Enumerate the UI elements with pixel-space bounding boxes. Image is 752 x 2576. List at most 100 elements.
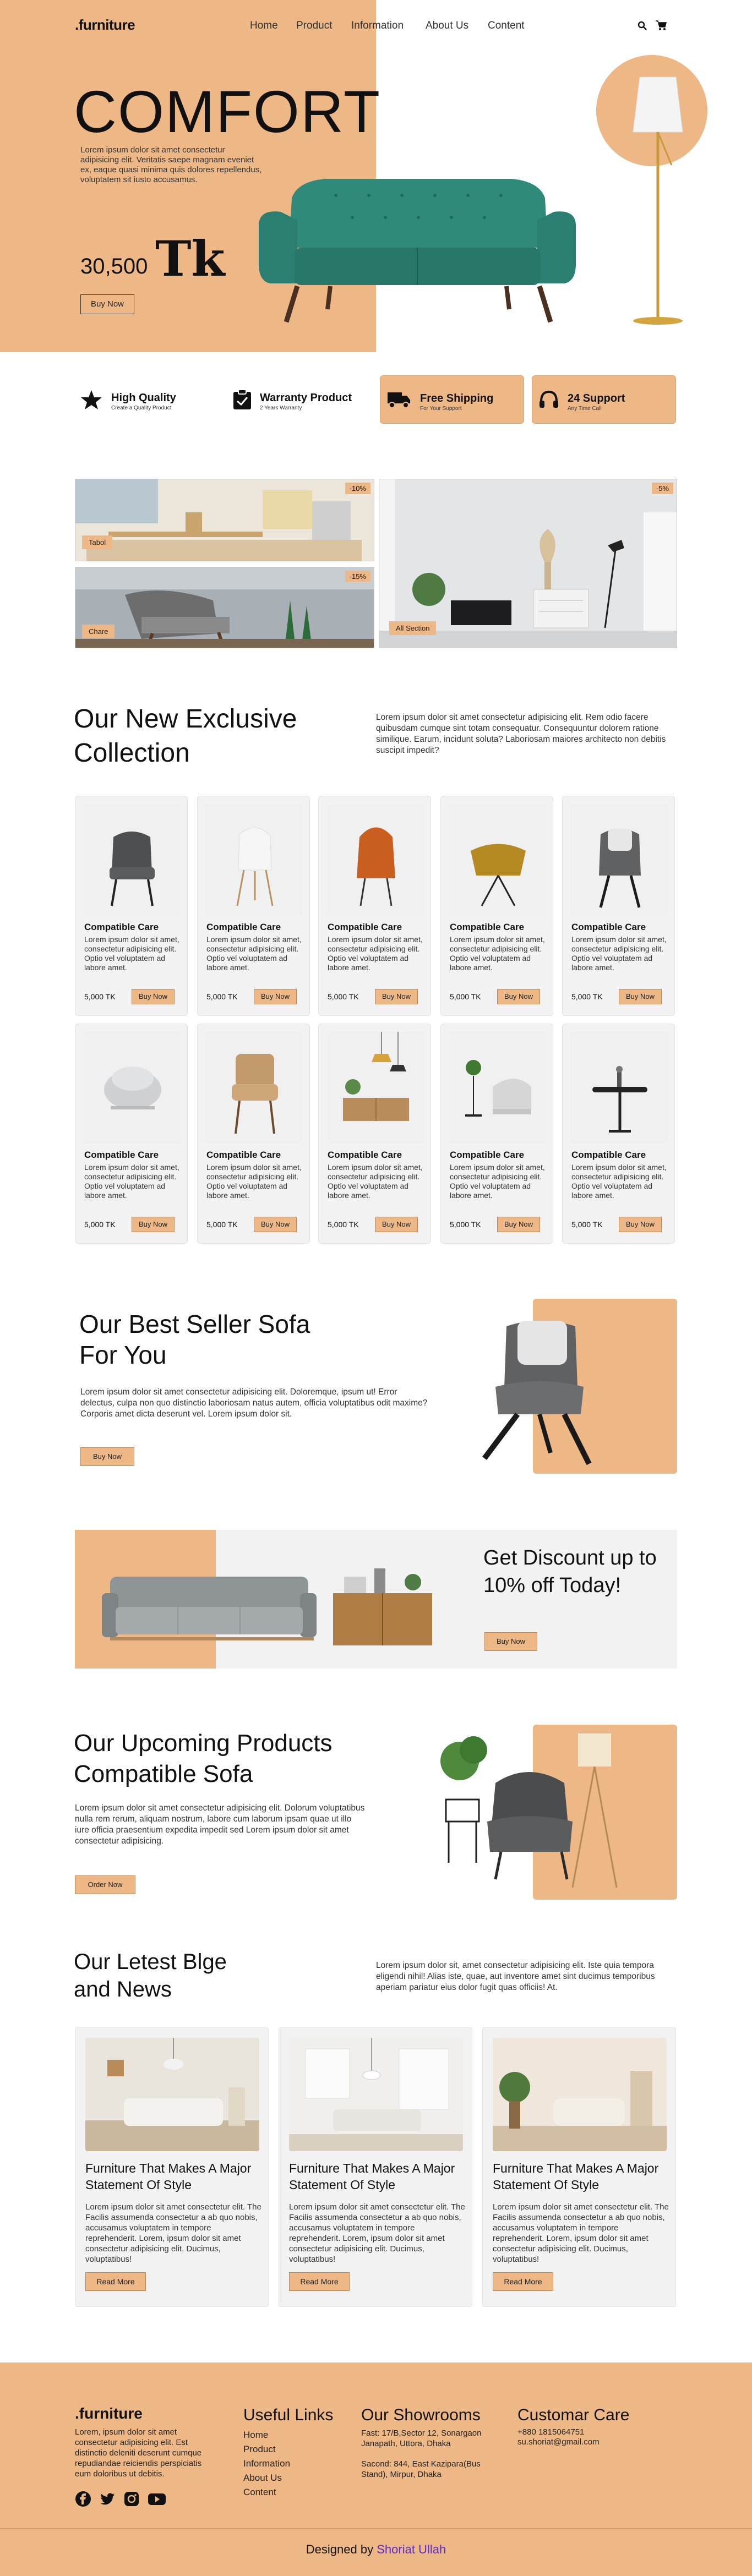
- product-description: Lorem ipsum dolor sit amet, consectetur …: [328, 1163, 423, 1200]
- nav-product[interactable]: Product: [296, 20, 332, 32]
- product-card[interactable]: Compatible Care Lorem ipsum dolor sit ame…: [440, 1024, 553, 1244]
- footer-link-content[interactable]: Content: [243, 2485, 276, 2500]
- cart-icon[interactable]: [655, 20, 667, 31]
- blog-card[interactable]: Furniture That Makes A Major Statement O…: [279, 2027, 472, 2307]
- brand-logo[interactable]: .furniture: [75, 17, 135, 34]
- gallery-tile-table[interactable]: Tabol -10%: [75, 479, 374, 561]
- footer-logo[interactable]: .furniture: [75, 2405, 143, 2422]
- twitter-icon[interactable]: [99, 2491, 116, 2507]
- read-more-button[interactable]: Read More: [85, 2272, 146, 2291]
- upcoming-title: Our Upcoming Products Compatible Sofa: [74, 1730, 333, 1787]
- interior-image: [289, 2038, 463, 2151]
- product-buy-button[interactable]: Buy Now: [619, 1217, 662, 1232]
- product-buy-button[interactable]: Buy Now: [132, 1217, 175, 1232]
- product-buy-button[interactable]: Buy Now: [254, 989, 297, 1004]
- product-card[interactable]: Compatible Care Lorem ipsum dolor sit ame…: [318, 1024, 431, 1244]
- footer-link-home[interactable]: Home: [243, 2428, 268, 2442]
- hero-buy-button[interactable]: Buy Now: [80, 294, 134, 314]
- product-description: Lorem ipsum dolor sit amet, consectetur …: [206, 1163, 302, 1200]
- product-image: [326, 804, 424, 915]
- credit-author-link[interactable]: Shoriat Ullah: [377, 2542, 446, 2556]
- product-buy-button[interactable]: Buy Now: [254, 1217, 297, 1232]
- blog-post-description: Lorem ipsum dolor sit amet consectetur e…: [289, 2202, 465, 2264]
- feature-subtitle: Create a Quality Product: [111, 405, 172, 411]
- gallery-tile-chair[interactable]: Chare -15%: [75, 567, 374, 648]
- gallery-label: Chare: [82, 625, 115, 638]
- headset-icon: [540, 390, 558, 408]
- product-buy-button[interactable]: Buy Now: [132, 989, 175, 1004]
- upcoming-order-button[interactable]: Order Now: [75, 1875, 135, 1894]
- product-description: Lorem ipsum dolor sit amet, consectetur …: [84, 1163, 179, 1200]
- feature-title: High Quality: [111, 392, 176, 404]
- product-card[interactable]: Compatible Care Lorem ipsum dolor sit ame…: [75, 796, 188, 1016]
- chair-image: [232, 1054, 278, 1134]
- credit-text: Designed by: [306, 2542, 374, 2556]
- chair-image: [471, 844, 526, 906]
- product-title: Compatible Care: [571, 1150, 646, 1160]
- blog-card[interactable]: Furniture That Makes A Major Statement O…: [482, 2027, 676, 2307]
- blog-post-title: Furniture That Makes A Major Statement O…: [85, 2161, 252, 2192]
- gallery-tile-all-section[interactable]: All Section -5%: [379, 479, 677, 648]
- collection-title: Our New Exclusive Collection: [74, 704, 297, 768]
- discount-title: Get Discount up to 10% off Today!: [483, 1546, 657, 1597]
- product-card[interactable]: Compatible Care Lorem ipsum dolor sit ame…: [562, 1024, 675, 1244]
- nav-content[interactable]: Content: [488, 20, 525, 32]
- product-card[interactable]: Compatible Care Lorem ipsum dolor sit ame…: [197, 796, 310, 1016]
- product-title: Compatible Care: [84, 1150, 159, 1160]
- product-description: Lorem ipsum dolor sit amet, consectetur …: [571, 1163, 667, 1200]
- care-email[interactable]: su.shoriat@gmail.com: [517, 2437, 600, 2447]
- product-buy-button[interactable]: Buy Now: [375, 989, 418, 1004]
- hero-title: COMFORT: [74, 78, 381, 145]
- interior-image: [85, 2038, 259, 2151]
- hero-currency: Tk: [155, 230, 225, 287]
- product-card[interactable]: Compatible Care Lorem ipsum dolor sit ame…: [197, 1024, 310, 1244]
- blog-image: [493, 2038, 667, 2151]
- footer-link-information[interactable]: Information: [243, 2457, 290, 2471]
- instagram-icon[interactable]: [123, 2491, 140, 2507]
- product-price: 5,000 TK: [328, 992, 359, 1001]
- care-phone[interactable]: +880 1815064751: [517, 2427, 584, 2437]
- youtube-icon[interactable]: [148, 2491, 166, 2507]
- product-card[interactable]: Compatible Care Lorem ipsum dolor sit ame…: [75, 1024, 188, 1244]
- blog-card[interactable]: Furniture That Makes A Major Statement O…: [75, 2027, 269, 2307]
- feature-title: Warranty Product: [260, 392, 352, 404]
- discount-badge: -15%: [345, 571, 370, 582]
- product-image: [83, 1032, 181, 1143]
- feature-warranty: Warranty Product 2 Years Warranty: [227, 375, 359, 424]
- search-icon[interactable]: [637, 21, 647, 31]
- upcoming-armchair-image: [440, 1733, 618, 1888]
- feature-high-quality: High Quality Create a Quality Product: [75, 375, 185, 424]
- product-description: Lorem ipsum dolor sit amet, consectetur …: [84, 935, 179, 972]
- feature-subtitle: 2 Years Warranty: [260, 405, 302, 411]
- product-title: Compatible Care: [450, 1150, 525, 1160]
- product-card[interactable]: Compatible Care Lorem ipsum dolor sit ame…: [440, 796, 553, 1016]
- product-buy-button[interactable]: Buy Now: [375, 1217, 418, 1232]
- blog-image: [85, 2038, 259, 2151]
- read-more-button[interactable]: Read More: [289, 2272, 350, 2291]
- product-card[interactable]: Compatible Care Lorem ipsum dolor sit ame…: [318, 796, 431, 1016]
- nav-about[interactable]: About Us: [426, 20, 468, 32]
- dining-room-image: [75, 479, 374, 561]
- blog-post-description: Lorem ipsum dolor sit amet consectetur e…: [493, 2202, 669, 2264]
- footer-link-about[interactable]: About Us: [243, 2471, 282, 2485]
- footer-links-title: Useful Links: [243, 2406, 334, 2424]
- nav-home[interactable]: Home: [250, 20, 278, 32]
- product-card[interactable]: Compatible Care Lorem ipsum dolor sit ame…: [562, 796, 675, 1016]
- chair-image: [236, 827, 274, 906]
- product-buy-button[interactable]: Buy Now: [619, 989, 662, 1004]
- read-more-button[interactable]: Read More: [493, 2272, 553, 2291]
- feature-subtitle: Any Time Call: [568, 406, 602, 412]
- discount-sofa-image: [102, 1568, 432, 1645]
- footer-link-product[interactable]: Product: [243, 2442, 276, 2457]
- product-image: [570, 804, 668, 915]
- product-image: [205, 1032, 303, 1143]
- product-buy-button[interactable]: Buy Now: [497, 1217, 540, 1232]
- chair-image: [357, 827, 395, 906]
- blog-post-title: Furniture That Makes A Major Statement O…: [289, 2161, 455, 2192]
- nav-information[interactable]: Information: [351, 20, 404, 32]
- facebook-icon[interactable]: [75, 2491, 91, 2507]
- blog-post-title: Furniture That Makes A Major Statement O…: [493, 2161, 659, 2192]
- bestseller-buy-button[interactable]: Buy Now: [80, 1447, 134, 1466]
- product-buy-button[interactable]: Buy Now: [497, 989, 540, 1004]
- discount-buy-button[interactable]: Buy Now: [484, 1632, 537, 1651]
